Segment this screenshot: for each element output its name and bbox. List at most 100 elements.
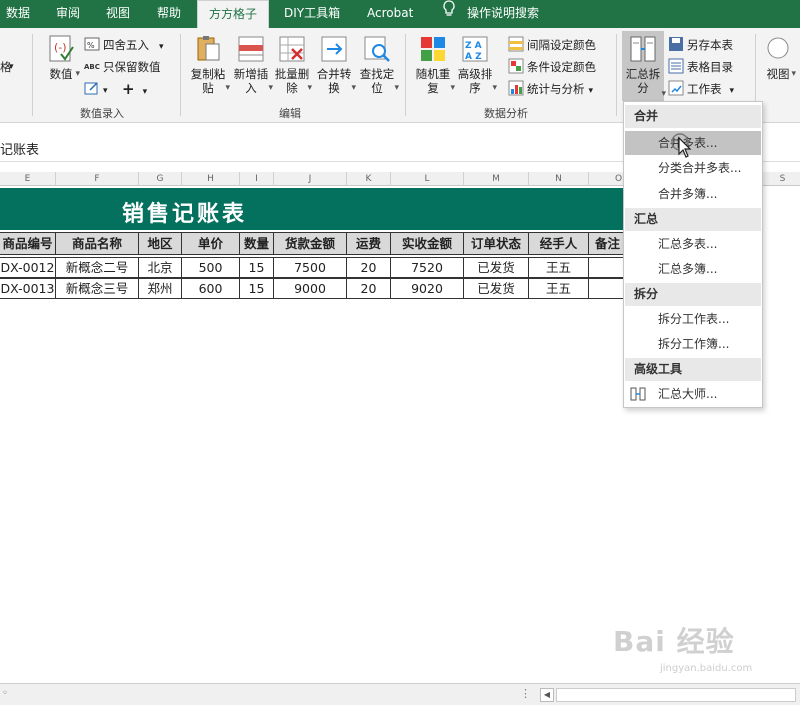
column-header[interactable]: L xyxy=(391,172,464,186)
advanced-sort-label-1: 高级排 xyxy=(457,67,493,81)
table-cell[interactable]: 郑州 xyxy=(139,278,182,299)
add-icon[interactable]: + ▾ xyxy=(122,80,147,98)
sheet-directory-button[interactable]: 表格目录 xyxy=(668,58,733,76)
stats-analysis-label: 统计与分析 xyxy=(527,82,585,96)
table-header-cell[interactable]: 实收金额 xyxy=(391,232,464,255)
table-cell[interactable]: 北京 xyxy=(139,257,182,278)
menu-item-summary-workbooks[interactable]: 汇总多簿... xyxy=(625,257,761,281)
table-cell[interactable]: 新概念二号 xyxy=(56,257,139,278)
table-cell[interactable]: 新概念三号 xyxy=(56,278,139,299)
column-header[interactable]: I xyxy=(240,172,274,186)
table-cell[interactable]: 500 xyxy=(182,257,240,278)
column-header[interactable]: S xyxy=(765,172,800,186)
table-header-cell[interactable]: 经手人 xyxy=(529,232,589,255)
round-button[interactable]: % 四舍五入 ▾ xyxy=(84,36,164,54)
tab-fangfang-gezi[interactable]: 方方格子 xyxy=(197,0,269,28)
menu-item-summary-master[interactable]: 汇总大师... xyxy=(625,382,761,406)
table-cell[interactable]: 20 xyxy=(347,278,391,299)
interval-color-button[interactable]: 间隔设定颜色 xyxy=(508,36,596,54)
tab-review[interactable]: 审阅 xyxy=(56,0,80,28)
scroll-left-button[interactable]: ◀ xyxy=(540,688,554,702)
table-header-cell[interactable]: 数量 xyxy=(240,232,274,255)
table-header-cell[interactable]: 订单状态 xyxy=(464,232,529,255)
stats-analysis-button[interactable]: 统计与分析 ▾ xyxy=(508,80,593,98)
summary-split-button[interactable]: 汇总拆分 xyxy=(622,31,666,101)
column-header[interactable]: K xyxy=(347,172,391,186)
table-cell[interactable]: 王五 xyxy=(529,257,589,278)
menu-item-split-worksheet[interactable]: 拆分工作表... xyxy=(625,307,761,331)
conditional-color-button[interactable]: 条件设定颜色 xyxy=(508,58,596,76)
splitter-handle-icon[interactable]: ⋮ xyxy=(520,687,531,700)
column-header[interactable]: E xyxy=(0,172,56,186)
interval-color-icon xyxy=(508,36,524,52)
table-cell[interactable]: 600 xyxy=(182,278,240,299)
view-button[interactable]: 视图 xyxy=(762,34,796,81)
batch-delete-label-1: 批量删 xyxy=(274,67,310,81)
value-button[interactable]: (-) 数值 xyxy=(44,34,80,81)
tab-data[interactable]: 数据 xyxy=(6,0,30,28)
menu-item-merge-workbooks[interactable]: 合并多簿... xyxy=(625,182,761,206)
tab-diy-toolbox[interactable]: DIY工具箱 xyxy=(284,0,340,28)
save-sheet-label: 另存本表 xyxy=(687,38,733,52)
table-header-cell[interactable]: 备注 xyxy=(589,232,625,255)
sheet-nav-icon[interactable]: ◦ xyxy=(2,688,8,699)
svg-text:ABC: ABC xyxy=(84,63,100,71)
table-header-cell[interactable]: 商品名称 xyxy=(56,232,139,255)
column-header[interactable]: J xyxy=(274,172,347,186)
horizontal-scrollbar[interactable] xyxy=(556,688,796,702)
random-repeat-button[interactable]: 随机重复 xyxy=(413,34,455,95)
keep-value-button[interactable]: ABC 只保留数值 xyxy=(84,58,161,76)
edit-icon xyxy=(84,82,98,95)
find-locate-button[interactable]: 查找定位 xyxy=(357,34,399,95)
group-divider xyxy=(616,34,617,116)
magnifier-icon xyxy=(364,36,390,62)
table-cell[interactable]: 20 xyxy=(347,257,391,278)
group-divider xyxy=(180,34,181,116)
tell-me-search[interactable]: 操作说明搜索 xyxy=(467,0,539,28)
table-cell[interactable]: 15 xyxy=(240,257,274,278)
menu-item-split-workbook[interactable]: 拆分工作簿... xyxy=(625,332,761,356)
table-cell[interactable]: 已发货 xyxy=(464,257,529,278)
save-sheet-button[interactable]: 另存本表 xyxy=(668,36,733,54)
random-repeat-label-1: 随机重 xyxy=(415,67,451,81)
column-header[interactable]: F xyxy=(56,172,139,186)
tab-acrobat[interactable]: Acrobat xyxy=(367,0,413,28)
column-header[interactable]: N xyxy=(529,172,589,186)
table-header-cell[interactable]: 地区 xyxy=(139,232,182,255)
table-cell[interactable] xyxy=(589,278,625,299)
chevron-down-icon: ▾ xyxy=(103,86,108,96)
column-header[interactable]: G xyxy=(139,172,182,186)
table-cell[interactable]: 9020 xyxy=(391,278,464,299)
table-cell[interactable] xyxy=(589,257,625,278)
merge-convert-button[interactable]: 合并转换 xyxy=(314,34,356,95)
tab-help[interactable]: 帮助 xyxy=(157,0,181,28)
table-header-cell[interactable]: 单价 xyxy=(182,232,240,255)
table-cell[interactable]: 9000 xyxy=(274,278,347,299)
table-header-cell[interactable]: 运费 xyxy=(347,232,391,255)
worksheet-button[interactable]: 工作表 ▾ xyxy=(668,80,734,98)
group-label-value-entry: 数值录入 xyxy=(80,107,124,120)
table-cell[interactable]: 王五 xyxy=(529,278,589,299)
table-cell[interactable]: 7500 xyxy=(274,257,347,278)
table-cell[interactable]: DX-0012 xyxy=(0,257,56,278)
tab-view[interactable]: 视图 xyxy=(106,0,130,28)
table-cell[interactable]: 7520 xyxy=(391,257,464,278)
batch-delete-button[interactable]: 批量删除 xyxy=(274,34,312,95)
advanced-sort-button[interactable]: Z AA Z 高级排序 xyxy=(455,34,497,95)
conditional-color-label: 条件设定颜色 xyxy=(527,60,596,74)
column-header[interactable]: M xyxy=(464,172,529,186)
table-cell[interactable]: 15 xyxy=(240,278,274,299)
edit-format-button[interactable]: ▾ xyxy=(84,80,108,98)
copy-paste-button[interactable]: 复制粘贴 xyxy=(188,34,230,95)
table-header-cell[interactable]: 商品编号 xyxy=(0,232,56,255)
svg-text:A Z: A Z xyxy=(465,52,482,62)
column-header[interactable]: H xyxy=(182,172,240,186)
table-header-cell[interactable]: 货款金额 xyxy=(274,232,347,255)
delete-grid-icon xyxy=(279,36,305,62)
table-cell[interactable]: DX-0013 xyxy=(0,278,56,299)
add-insert-button[interactable]: 新增插入 xyxy=(231,34,273,95)
save-sheet-icon xyxy=(669,37,683,51)
copy-paste-label-2: 贴 xyxy=(202,81,214,95)
table-cell[interactable]: 已发货 xyxy=(464,278,529,299)
menu-item-summary-sheets[interactable]: 汇总多表... xyxy=(625,232,761,256)
